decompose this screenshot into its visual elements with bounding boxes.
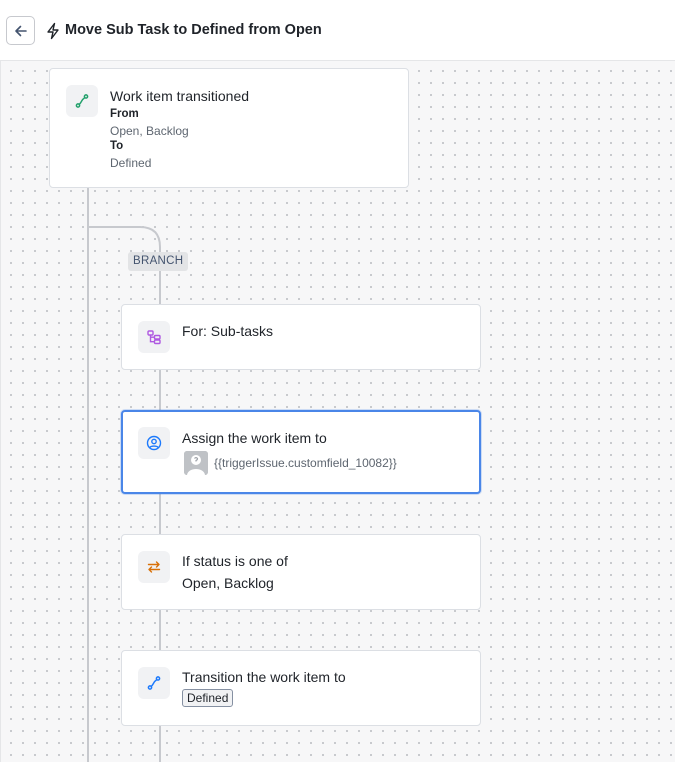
condition-title: If status is one of bbox=[182, 553, 288, 569]
swap-arrows-icon bbox=[147, 561, 161, 573]
condition-card[interactable]: If status is one of Open, Backlog bbox=[121, 534, 481, 610]
to-value: Defined bbox=[110, 156, 152, 170]
condition-icon-box bbox=[138, 551, 170, 583]
assignee-smart-value: {{triggerIssue.customfield_10082}} bbox=[214, 456, 397, 470]
branch-label: BRANCH bbox=[128, 252, 189, 271]
transition-icon bbox=[147, 676, 161, 690]
trigger-card[interactable]: Work item transitioned From Open, Backlo… bbox=[49, 68, 409, 188]
rule-header: Move Sub Task to Defined from Open bbox=[0, 0, 675, 61]
back-button[interactable] bbox=[6, 16, 35, 45]
default-avatar-icon bbox=[184, 451, 208, 475]
for-each-icon-box bbox=[138, 321, 170, 353]
from-value: Open, Backlog bbox=[110, 124, 189, 138]
to-label: To bbox=[110, 140, 124, 152]
assign-card[interactable]: Assign the work item to {{triggerIssue.c… bbox=[121, 410, 481, 494]
trigger-icon-box bbox=[66, 85, 98, 117]
condition-statuses: Open, Backlog bbox=[182, 575, 274, 591]
rule-title: Move Sub Task to Defined from Open bbox=[65, 22, 322, 38]
assign-title: Assign the work item to bbox=[182, 430, 327, 446]
status-lozenge-defined: Defined bbox=[182, 689, 234, 707]
from-label: From bbox=[110, 108, 139, 120]
user-circle-icon bbox=[146, 435, 162, 451]
for-each-card[interactable]: For: Sub-tasks bbox=[121, 304, 481, 370]
arrow-left-icon bbox=[14, 25, 27, 36]
for-each-title: For: Sub-tasks bbox=[182, 323, 274, 339]
assign-icon-box bbox=[138, 427, 170, 459]
transition-icon bbox=[75, 94, 89, 108]
subtasks-icon bbox=[147, 330, 161, 345]
transition-card[interactable]: Transition the work item to Defined bbox=[121, 650, 481, 726]
transition-icon-box bbox=[138, 667, 170, 699]
trigger-title: Work item transitioned bbox=[110, 88, 250, 104]
lightning-bolt-icon bbox=[47, 22, 59, 40]
transition-title: Transition the work item to bbox=[182, 669, 346, 685]
